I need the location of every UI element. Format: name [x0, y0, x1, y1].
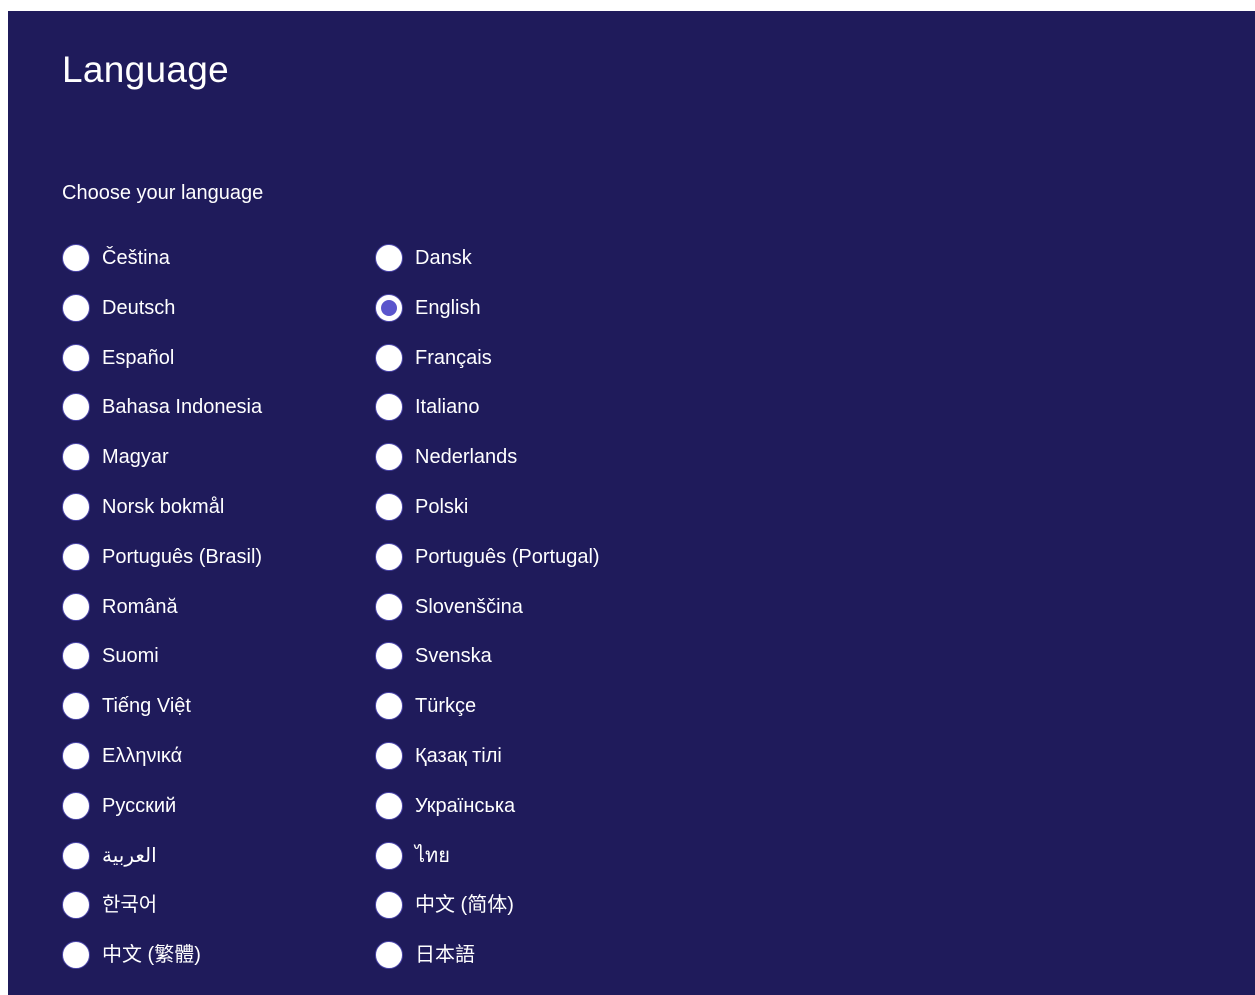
language-label: Čeština [102, 247, 170, 269]
radio-button[interactable] [375, 343, 403, 372]
language-option[interactable]: Türkçe [375, 688, 775, 724]
language-label: 中文 (简体) [415, 894, 514, 917]
language-label: Deutsch [102, 296, 176, 319]
radio-button[interactable] [375, 642, 403, 671]
language-label: 中文 (繁體) [102, 944, 201, 967]
language-option[interactable]: Português (Brasil) [62, 539, 375, 575]
language-option[interactable]: 한국어 [62, 887, 375, 923]
radio-button[interactable] [375, 443, 403, 472]
language-label: Norsk bokmål [102, 495, 225, 518]
language-option[interactable]: ไทย [375, 838, 775, 874]
language-label: Português (Portugal) [415, 545, 600, 568]
page-subtitle: Choose your language [62, 182, 264, 204]
language-label: Bahasa Indonesia [102, 396, 263, 419]
radio-button[interactable] [62, 293, 90, 322]
radio-button[interactable] [62, 393, 90, 422]
language-option[interactable]: Dansk [375, 240, 775, 276]
radio-button[interactable] [375, 492, 403, 521]
language-option[interactable]: 中文 (繁體) [62, 937, 375, 973]
language-option[interactable]: English [375, 290, 775, 326]
language-option[interactable]: العربية [62, 838, 375, 874]
language-option[interactable]: Norsk bokmål [62, 489, 375, 525]
radio-button[interactable] [62, 542, 90, 571]
language-option[interactable]: Ελληνικά [62, 738, 375, 774]
language-option[interactable]: 日本語 [375, 937, 775, 973]
radio-button[interactable] [62, 443, 90, 472]
language-label: Suomi [102, 645, 159, 668]
language-option[interactable]: Română [62, 589, 375, 625]
language-label: Slovenščina [415, 595, 523, 618]
radio-button[interactable] [62, 841, 90, 870]
language-option[interactable]: Čeština [62, 240, 375, 276]
language-option[interactable]: Қазақ тілі [375, 738, 775, 774]
language-screen: Language Choose your language Čeština Da… [8, 11, 1255, 995]
radio-button[interactable] [375, 592, 403, 621]
radio-button[interactable] [375, 891, 403, 920]
language-label: Polski [415, 495, 469, 518]
radio-button[interactable] [62, 941, 90, 970]
radio-button[interactable] [62, 741, 90, 770]
language-label: English [415, 296, 481, 319]
language-label: Svenska [415, 645, 492, 668]
language-label: Español [102, 346, 175, 369]
language-option[interactable]: Tiếng Việt [62, 688, 375, 724]
language-option[interactable]: Українська [375, 788, 775, 824]
radio-button[interactable] [375, 791, 403, 820]
language-label: Қазақ тілі [415, 744, 502, 767]
language-label: Türkçe [415, 695, 477, 718]
language-label: Français [415, 346, 492, 369]
language-option[interactable]: Suomi [62, 638, 375, 674]
language-label: Tiếng Việt [102, 695, 191, 718]
language-label: 한국어 [102, 894, 158, 917]
language-option[interactable]: Deutsch [62, 290, 375, 326]
radio-button[interactable] [62, 492, 90, 521]
language-list: Čeština Dansk Deutsch English Español Fr… [62, 240, 775, 987]
language-label: العربية [102, 844, 157, 867]
language-option[interactable]: 中文 (简体) [375, 887, 775, 923]
language-label: Italiano [415, 396, 480, 419]
radio-button[interactable] [375, 692, 403, 721]
radio-button[interactable] [62, 642, 90, 671]
language-option[interactable]: Magyar [62, 439, 375, 475]
language-label: Ελληνικά [102, 744, 183, 767]
page-title: Language [62, 49, 230, 90]
radio-button[interactable] [375, 393, 403, 422]
language-option[interactable]: Italiano [375, 389, 775, 425]
radio-button[interactable] [375, 841, 403, 870]
language-option[interactable]: Svenska [375, 638, 775, 674]
radio-button[interactable] [375, 542, 403, 571]
language-option[interactable]: Português (Portugal) [375, 539, 775, 575]
radio-button[interactable] [62, 343, 90, 372]
language-option[interactable]: Slovenščina [375, 589, 775, 625]
radio-button[interactable] [375, 244, 403, 272]
language-option[interactable]: Français [375, 340, 775, 376]
radio-button[interactable] [375, 941, 403, 970]
language-label: Русский [102, 794, 177, 817]
radio-button[interactable] [62, 692, 90, 721]
radio-button[interactable] [375, 741, 403, 770]
language-label: Magyar [102, 446, 169, 469]
language-option[interactable]: Русский [62, 788, 375, 824]
language-label: Română [102, 595, 178, 618]
language-label: Dansk [415, 247, 472, 269]
radio-button[interactable] [62, 791, 90, 820]
language-option[interactable]: Español [62, 340, 375, 376]
language-option[interactable]: Bahasa Indonesia [62, 389, 375, 425]
language-label: Українська [415, 794, 516, 817]
radio-button[interactable] [62, 244, 90, 272]
radio-button[interactable] [62, 592, 90, 621]
language-option[interactable]: Polski [375, 489, 775, 525]
language-option[interactable]: Nederlands [375, 439, 775, 475]
language-label: 日本語 [415, 944, 475, 967]
language-label: ไทย [415, 844, 450, 867]
language-label: Nederlands [415, 446, 518, 469]
radio-button[interactable] [62, 891, 90, 920]
language-label: Português (Brasil) [102, 545, 263, 568]
radio-button-selected[interactable] [375, 293, 403, 322]
